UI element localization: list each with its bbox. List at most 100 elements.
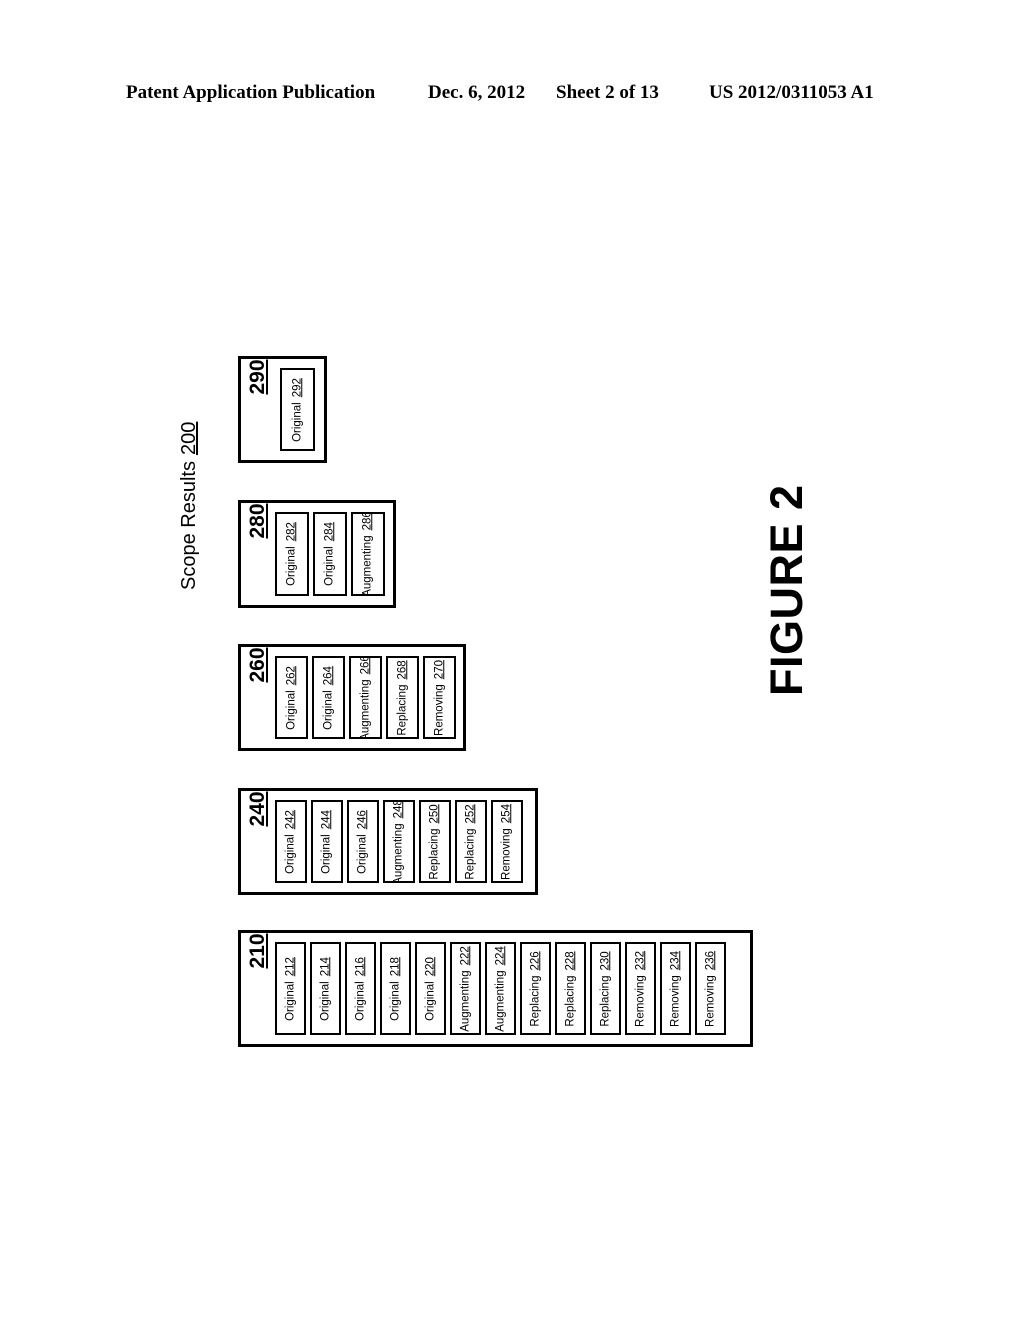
scope-item-228: 228 Replacing xyxy=(555,942,586,1035)
scope-item-text: 212 Original xyxy=(283,956,297,1021)
scope-result-group-210: 210 212 Original 214 Original 216 Origin… xyxy=(238,930,753,1047)
scope-item-ref: 218 xyxy=(388,956,401,976)
scope-item-ref: 262 xyxy=(284,665,297,685)
group-number-label: 280 xyxy=(246,503,269,539)
scope-item-text: 284 Original xyxy=(323,522,336,586)
scope-item-282: 282 Original xyxy=(275,512,309,596)
scope-item-label: Replacing xyxy=(428,828,441,880)
scope-item-ref: 224 xyxy=(493,945,506,965)
scope-item-266: 266 Augmenting xyxy=(349,656,382,739)
scope-results-caption: Scope Results 200 xyxy=(172,360,206,590)
scope-item-text: 224 Augmenting xyxy=(493,945,507,1032)
scope-item-text: 252 Replacing xyxy=(464,803,477,880)
scope-item-label: Original xyxy=(356,833,369,874)
scope-item-ref: 212 xyxy=(283,956,296,976)
scope-item-label: Removing xyxy=(633,974,646,1027)
scope-item-label: Original xyxy=(388,980,401,1021)
scope-item-label: Original xyxy=(318,980,331,1021)
scope-item-ref: 222 xyxy=(458,945,471,965)
scope-item-label: Augmenting xyxy=(361,535,374,596)
group-number-label: 290 xyxy=(246,359,269,395)
scope-item-268: 268 Replacing xyxy=(386,656,419,739)
scope-item-label: Replacing xyxy=(464,828,477,880)
group-number-280: 280 xyxy=(241,503,275,605)
scope-item-label: Removing xyxy=(703,974,716,1027)
scope-item-label: Removing xyxy=(668,974,681,1027)
figure-drawing-area: Scope Results 200 290 292 Original 280 28… xyxy=(0,0,1024,1320)
scope-item-286: 286 Augmenting xyxy=(351,512,385,596)
scope-item-text: 248 Augmenting xyxy=(392,802,405,883)
scope-result-group-260: 260 262 Original 264 Original 266 Augmen… xyxy=(238,644,466,751)
scope-item-text: 264 Original xyxy=(321,666,335,730)
scope-item-ref: 214 xyxy=(318,956,331,976)
scope-item-ref: 254 xyxy=(500,803,513,823)
scope-item-label: Removing xyxy=(500,827,513,880)
scope-item-250: 250 Replacing xyxy=(419,800,451,883)
scope-item-label: Augmenting xyxy=(458,969,471,1032)
scope-item-ref: 226 xyxy=(528,950,541,971)
scope-item-ref: 246 xyxy=(356,809,369,829)
scope-item-text: 214 Original xyxy=(318,956,332,1021)
scope-item-242: 242 Original xyxy=(275,800,307,883)
scope-item-ref: 244 xyxy=(320,809,333,829)
scope-item-226: 226 Replacing xyxy=(520,942,551,1035)
group-items-row: 262 Original 264 Original 266 Augmenting… xyxy=(275,647,465,748)
scope-item-text: 282 Original xyxy=(285,522,298,586)
scope-item-ref: 252 xyxy=(464,803,477,824)
scope-item-224: 224 Augmenting xyxy=(485,942,516,1035)
scope-item-text: 236 Removing xyxy=(703,951,717,1027)
group-number-label: 240 xyxy=(246,791,269,827)
scope-item-270: 270 Removing xyxy=(423,656,456,739)
scope-item-262: 262 Original xyxy=(275,656,308,739)
scope-item-label: Original xyxy=(283,980,296,1021)
scope-item-text: 268 Replacing xyxy=(395,659,409,736)
scope-item-text: 228 Replacing xyxy=(563,950,577,1026)
scope-item-text: 270 Removing xyxy=(432,660,446,736)
scope-item-text: 246 Original xyxy=(356,809,369,874)
scope-item-text: 292 Original xyxy=(290,377,304,442)
scope-item-292: 292 Original xyxy=(280,368,315,451)
scope-result-group-290: 290 292 Original xyxy=(238,356,327,463)
scope-item-244: 244 Original xyxy=(311,800,343,883)
scope-item-248: 248 Augmenting xyxy=(383,800,415,883)
scope-item-label: Original xyxy=(284,833,297,874)
scope-item-ref: 232 xyxy=(633,950,646,970)
scope-item-ref: 286 xyxy=(361,512,374,531)
scope-item-216: 216 Original xyxy=(345,942,376,1035)
scope-item-252: 252 Replacing xyxy=(455,800,487,883)
scope-item-label: Original xyxy=(320,833,333,874)
scope-item-label: Original xyxy=(285,546,298,586)
scope-item-label: Replacing xyxy=(528,975,541,1027)
scope-item-text: 262 Original xyxy=(284,665,298,730)
scope-item-ref: 242 xyxy=(284,809,297,829)
scope-result-group-280: 280 282 Original 284 Original 286 Augmen… xyxy=(238,500,396,608)
scope-item-ref: 284 xyxy=(323,522,336,542)
group-number-label: 260 xyxy=(246,647,269,683)
scope-results-caption-ref: 200 xyxy=(177,421,200,456)
group-number-290: 290 xyxy=(241,359,275,460)
scope-item-text: 230 Replacing xyxy=(598,950,612,1026)
scope-item-label: Original xyxy=(321,689,334,730)
scope-item-text: 226 Replacing xyxy=(528,950,542,1027)
scope-item-label: Original xyxy=(284,689,297,730)
scope-result-group-240: 240 242 Original 244 Original 246 Origin… xyxy=(238,788,538,895)
scope-item-232: 232 Removing xyxy=(625,942,656,1035)
scope-item-234: 234 Removing xyxy=(660,942,691,1035)
scope-item-ref: 292 xyxy=(290,377,303,397)
scope-item-text: 222 Augmenting xyxy=(458,945,472,1032)
scope-item-ref: 228 xyxy=(563,950,576,971)
scope-item-230: 230 Replacing xyxy=(590,942,621,1035)
scope-item-ref: 268 xyxy=(395,659,408,680)
scope-item-label: Augmenting xyxy=(392,822,405,883)
scope-item-text: 254 Removing xyxy=(500,803,513,880)
scope-item-label: Augmenting xyxy=(358,678,371,739)
scope-item-ref: 230 xyxy=(598,950,611,971)
scope-item-text: 244 Original xyxy=(320,809,333,874)
scope-item-label: Removing xyxy=(432,683,445,736)
scope-item-label: Replacing xyxy=(395,684,408,736)
scope-item-text: 250 Replacing xyxy=(428,804,441,880)
scope-item-text: 242 Original xyxy=(284,809,297,874)
scope-item-220: 220 Original xyxy=(415,942,446,1035)
scope-results-caption-text: Scope Results xyxy=(177,461,200,590)
scope-item-ref: 220 xyxy=(423,956,436,976)
